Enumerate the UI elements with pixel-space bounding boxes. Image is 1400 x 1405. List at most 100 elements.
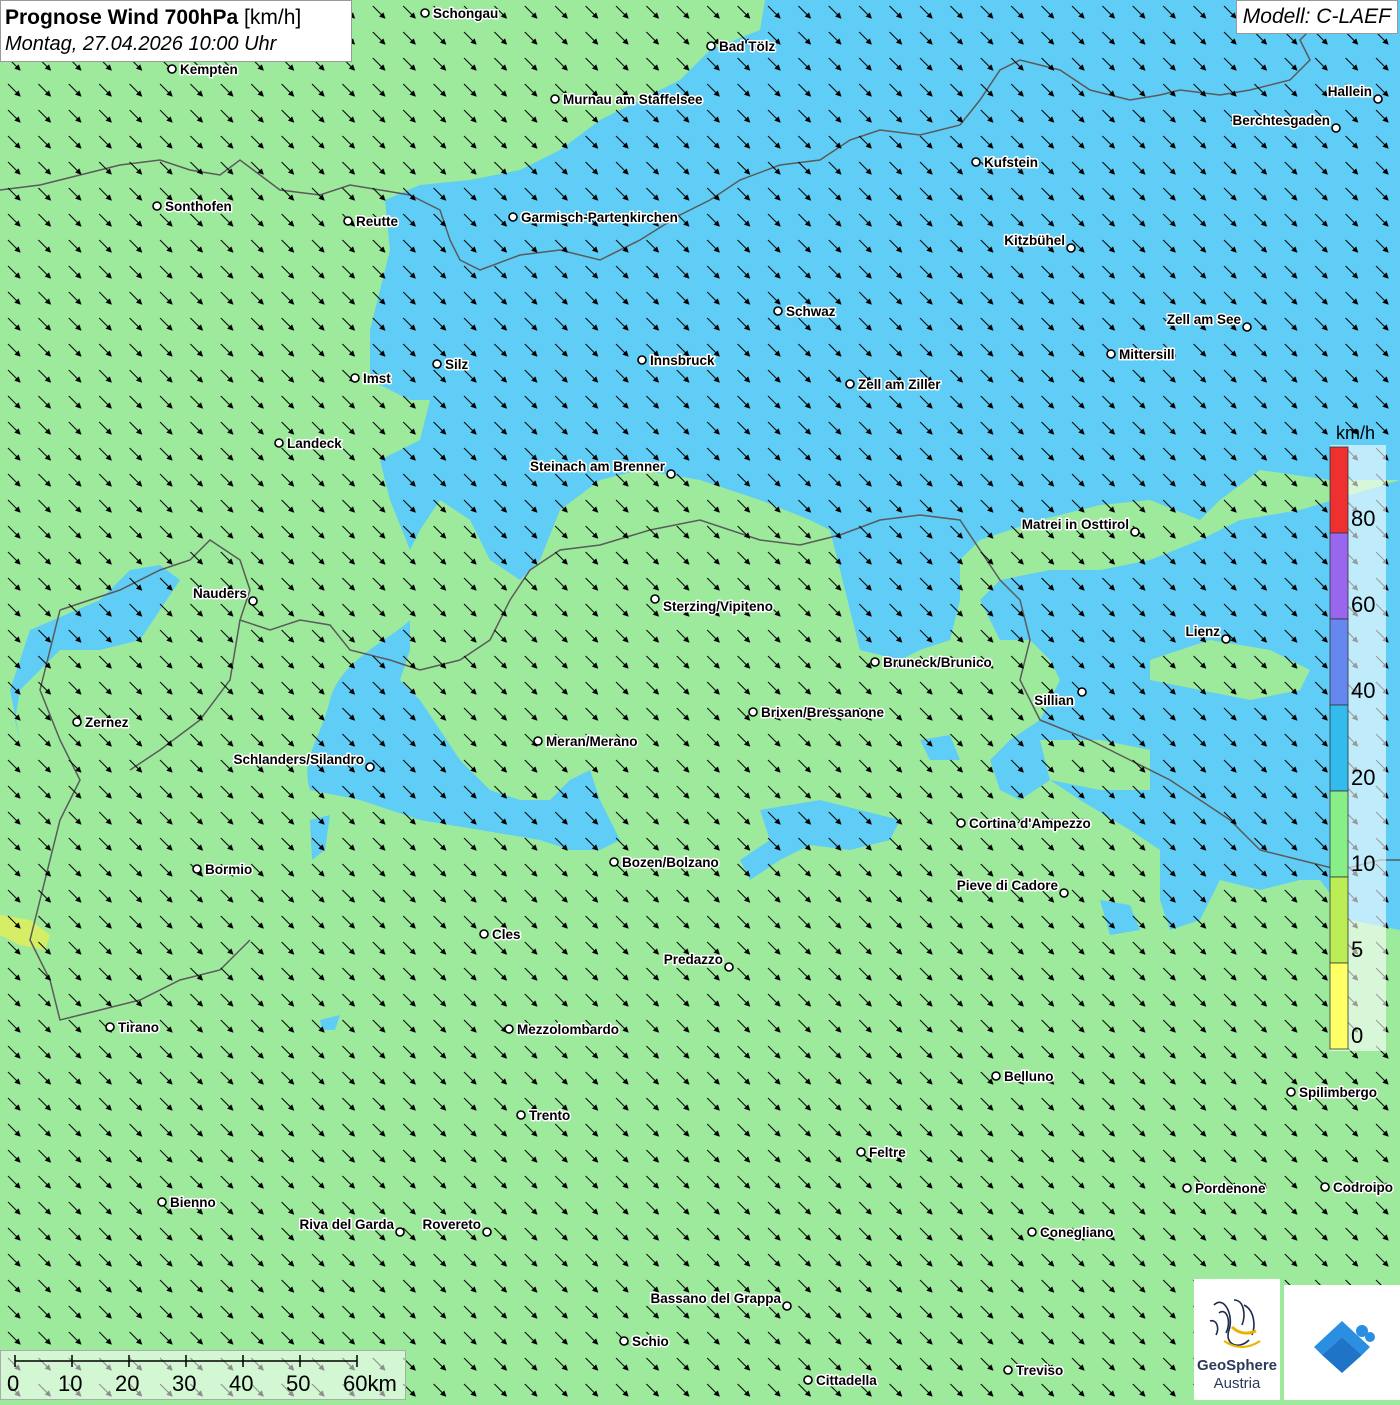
city-label: Garmisch-Partenkirchen [521, 210, 678, 225]
city-marker: Sonthofen [152, 198, 233, 216]
city-dot [508, 212, 518, 222]
city-label: Landeck [287, 436, 342, 451]
city-label: Meran/Merano [546, 734, 638, 749]
legend-color-segment [1329, 704, 1349, 792]
legend-tick-label: 40 [1351, 678, 1376, 704]
city-marker: Mezzolombardo [504, 1021, 621, 1039]
city-label: Reutte [356, 214, 398, 229]
city-label: Sillian [1034, 693, 1074, 708]
city-dot [365, 762, 375, 772]
city-dot [395, 1227, 405, 1237]
city-dot [248, 596, 258, 606]
city-dot [1182, 1183, 1192, 1193]
city-label: Kitzbühel [1004, 233, 1065, 248]
city-label: Schwaz [786, 304, 836, 319]
city-dot [609, 857, 619, 867]
city-label: Spilimbergo [1299, 1085, 1377, 1100]
city-label: Bruneck/Brunico [883, 655, 992, 670]
city-label: Schio [632, 1334, 669, 1349]
city-dot [650, 594, 660, 604]
city-dot [706, 41, 716, 51]
city-label: Bad Tölz [719, 39, 775, 54]
city-label: Cortina d'Ampezzo [969, 816, 1091, 831]
map-title-unit: [km/h] [244, 6, 302, 29]
legend-tick-label: 20 [1351, 764, 1376, 790]
city-marker: Cortina d'Ampezzo [956, 815, 1092, 833]
city-marker: Bruneck/Brunico [870, 654, 993, 672]
city-label: Zernez [85, 715, 129, 730]
scale-label: 20 [115, 1371, 140, 1396]
city-dot [343, 216, 353, 226]
city-label: Lienz [1185, 624, 1220, 639]
geosphere-logo: GeoSphere Austria [1194, 1279, 1280, 1400]
city-label: Bassano del Grappa [650, 1291, 781, 1306]
city-dot [856, 1147, 866, 1157]
city-dot [782, 1301, 792, 1311]
app-logo-icon [1314, 1321, 1375, 1373]
legend-colorbar [1329, 445, 1386, 1051]
city-label: Tirano [118, 1020, 159, 1035]
city-label: Steinach am Brenner [530, 459, 666, 474]
city-dot [1373, 94, 1383, 104]
city-dot [619, 1336, 629, 1346]
city-marker: Garmisch-Partenkirchen [508, 209, 679, 227]
city-marker: Innsbruck [637, 352, 717, 370]
city-label: Sonthofen [165, 199, 232, 214]
city-marker: Meran/Merano [533, 733, 639, 751]
city-label: Treviso [1016, 1363, 1063, 1378]
city-label: Zell am See [1167, 312, 1242, 327]
city-label: Kempten [180, 62, 238, 77]
city-dot [870, 657, 880, 667]
scale-label: 30 [172, 1371, 197, 1396]
city-marker: Brixen/Bressanone [748, 704, 886, 722]
city-label: Predazzo [664, 952, 723, 967]
map-subtitle: Montag, 27.04.2026 10:00 Uhr [5, 33, 277, 55]
city-label: Brixen/Bressanone [761, 705, 885, 720]
legend-color-segment [1329, 962, 1349, 1050]
city-label: Mittersill [1119, 347, 1175, 362]
legend-tick-label: 80 [1351, 506, 1376, 531]
city-marker: Zell am Ziller [845, 376, 943, 394]
city-dot [1003, 1365, 1013, 1375]
legend-color-segment [1329, 532, 1349, 620]
city-dot [1286, 1087, 1296, 1097]
city-dot [1059, 888, 1069, 898]
city-dot [516, 1110, 526, 1120]
city-dot [482, 1227, 492, 1237]
city-marker: Schongau [420, 5, 500, 23]
geosphere-text: GeoSphere [1196, 1357, 1278, 1374]
city-marker: Murnau am Staffelsee [550, 91, 705, 109]
city-label: Hallein [1328, 84, 1372, 99]
city-label: Schongau [433, 6, 498, 21]
city-label: Sterzing/Vipiteno [663, 599, 773, 614]
legend-color-segment [1329, 790, 1349, 878]
city-dot [971, 157, 981, 167]
city-dot [1331, 123, 1341, 133]
city-dot [550, 94, 560, 104]
city-label: Belluno [1004, 1069, 1054, 1084]
city-label: Innsbruck [650, 353, 715, 368]
city-dot [666, 469, 676, 479]
city-dot [105, 1022, 115, 1032]
legend-color-segment [1329, 446, 1349, 534]
legend-tick-label: 60 [1351, 592, 1376, 618]
legend-unit: km/h [1336, 423, 1376, 443]
city-label: Silz [445, 357, 469, 372]
city-dot [1077, 687, 1087, 697]
model-label: Modell: C-LAEF [1235, 0, 1398, 34]
scale-label: 10 [58, 1371, 83, 1396]
scale-bar: 0 10 20 30 40 50 60km [0, 1350, 406, 1400]
city-dot [504, 1024, 514, 1034]
city-label: Bozen/Bolzano [622, 855, 719, 870]
city-dot [479, 929, 489, 939]
city-dot [637, 355, 647, 365]
city-label: Conegliano [1040, 1225, 1114, 1240]
legend-tick-label: 5 [1351, 937, 1364, 962]
city-label: Berchtesgaden [1232, 113, 1330, 128]
city-marker: Conegliano [1027, 1224, 1115, 1242]
city-label: Imst [363, 371, 391, 386]
city-label: Pordenone [1195, 1181, 1266, 1196]
city-label: Pieve di Cadore [957, 878, 1059, 893]
scale-label: 0 [7, 1371, 20, 1396]
city-dot [432, 359, 442, 369]
